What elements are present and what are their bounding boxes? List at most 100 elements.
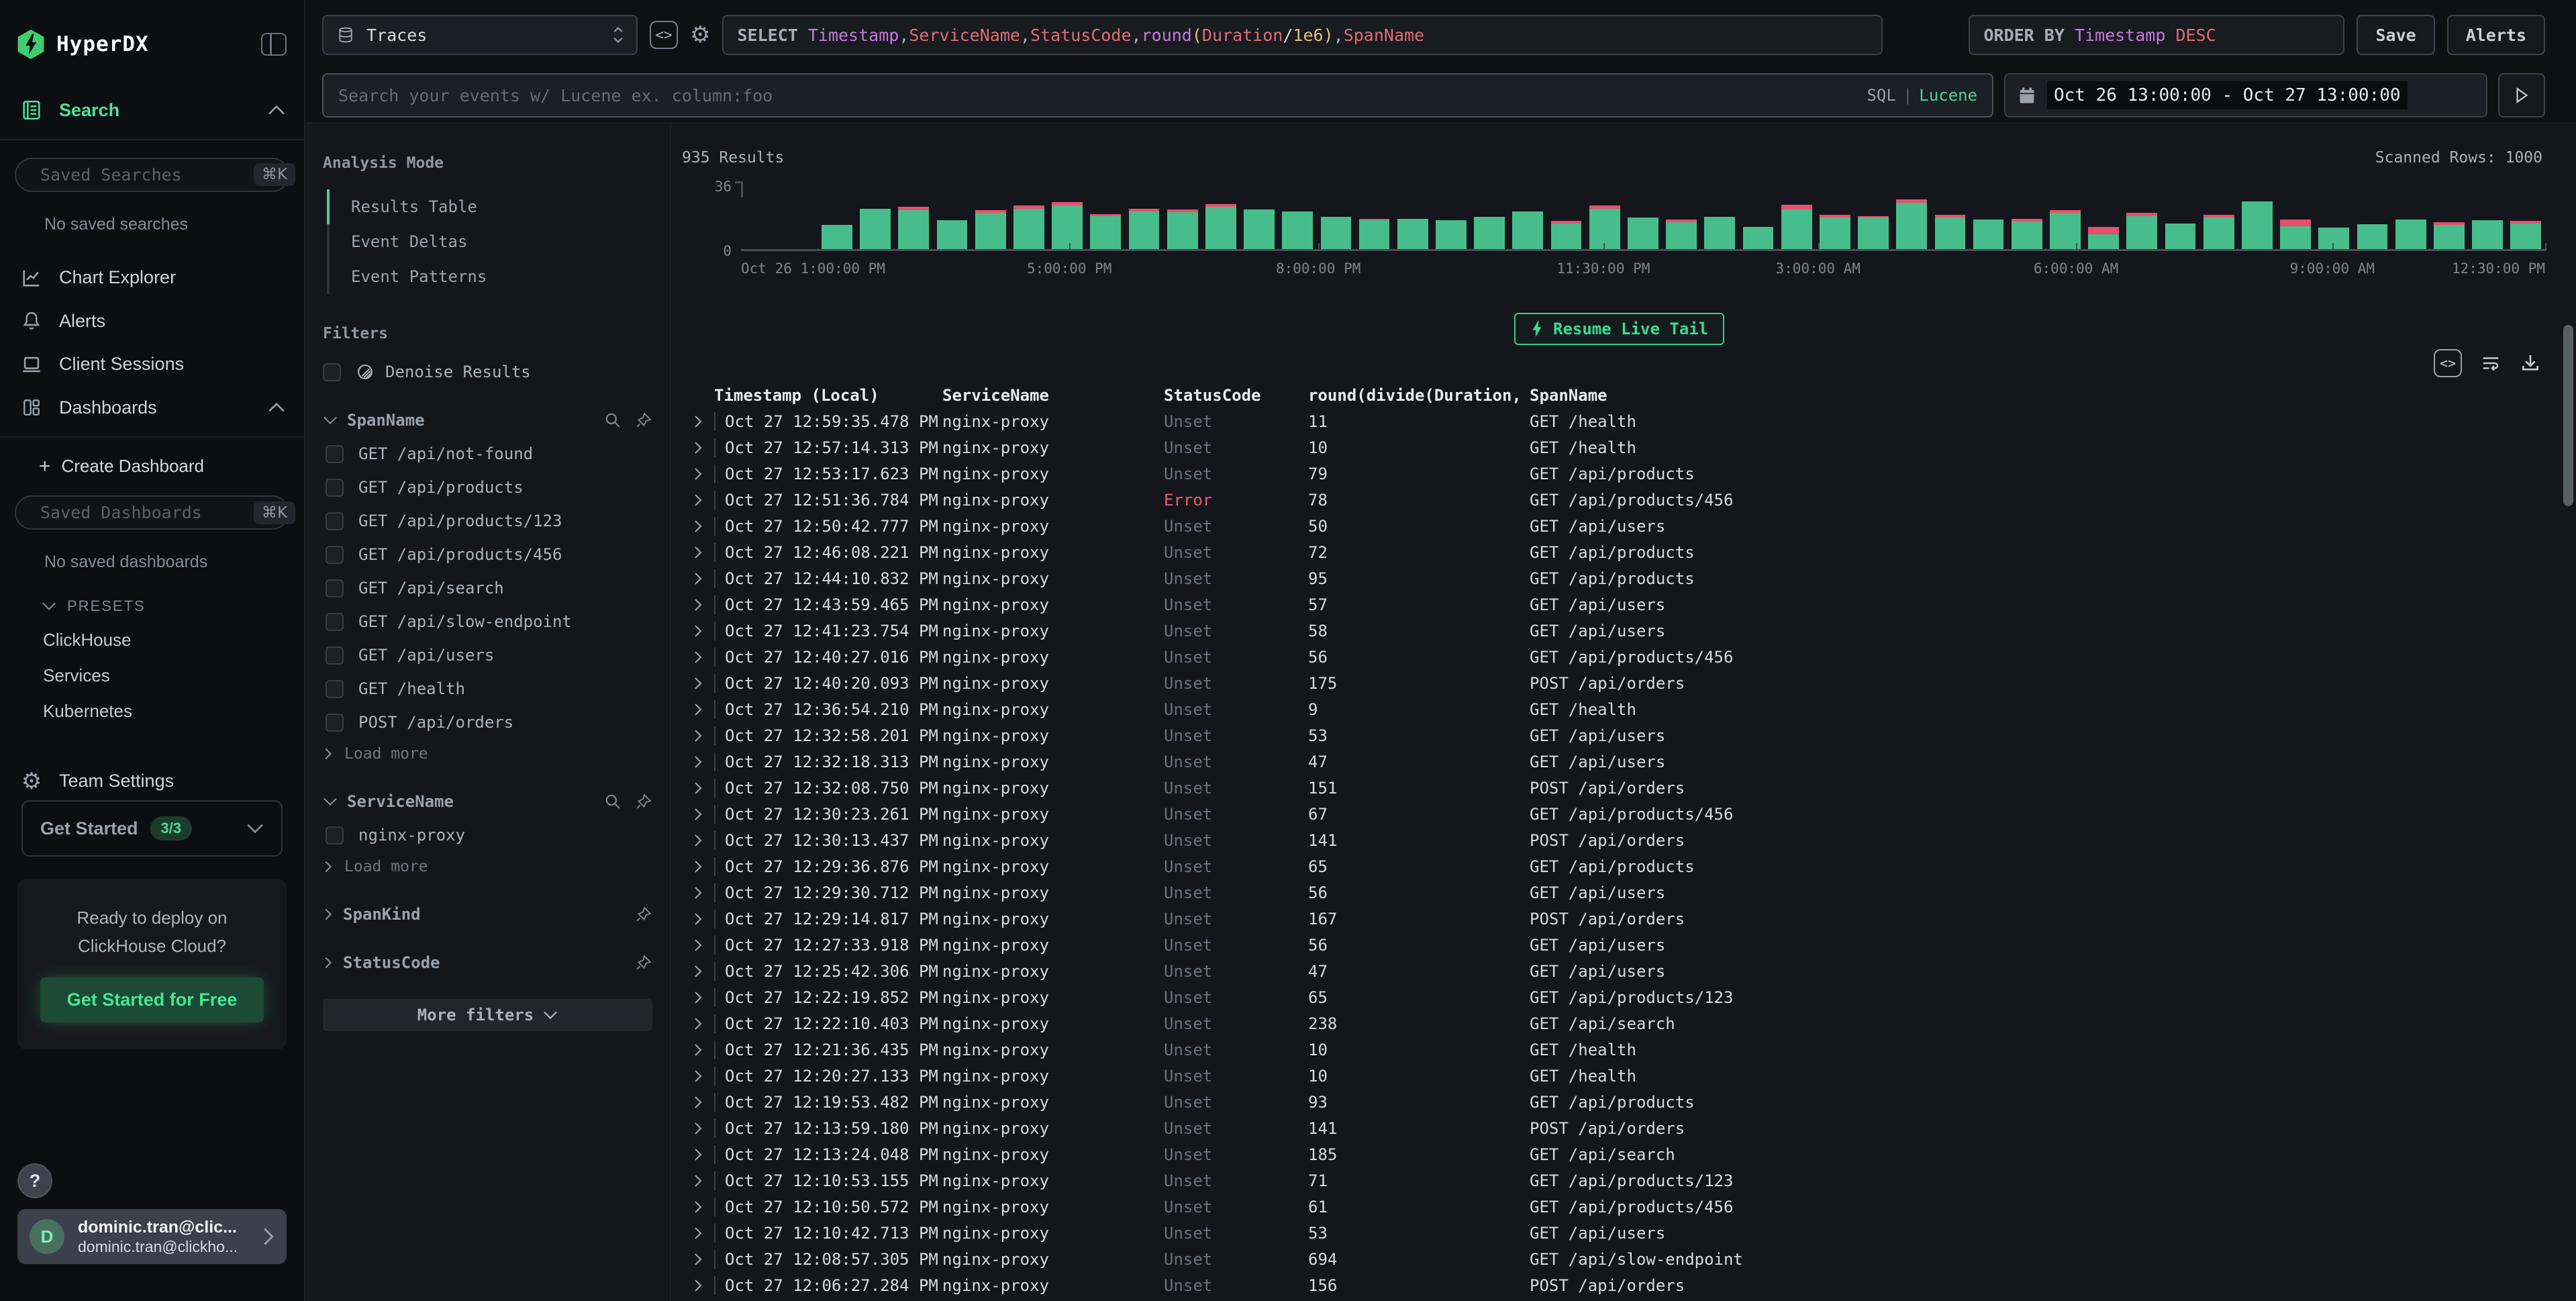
table-row[interactable]: Oct 27 12:40:20.093 PMnginx-proxyUnset17… — [682, 670, 2576, 696]
alerts-button[interactable]: Alerts — [2447, 15, 2545, 55]
download-icon[interactable] — [2520, 352, 2541, 374]
chart-bar[interactable] — [1969, 183, 2008, 249]
row-expander[interactable] — [682, 1279, 714, 1292]
chart-bar[interactable] — [1701, 183, 1739, 249]
table-row[interactable]: Oct 27 12:25:42.306 PMnginx-proxyUnset47… — [682, 958, 2576, 984]
row-expander[interactable] — [682, 808, 714, 821]
sidebar-item-dashboards[interactable]: Dashboards — [0, 389, 304, 427]
row-expander[interactable] — [682, 650, 714, 664]
more-filters-button[interactable]: More filters — [323, 999, 652, 1031]
run-query-button[interactable] — [2498, 73, 2545, 117]
table-row[interactable]: Oct 27 12:36:54.210 PMnginx-proxyUnset9G… — [682, 696, 2576, 722]
filter-option[interactable]: GET /api/not-found — [326, 444, 652, 463]
saved-dashboards-field[interactable] — [40, 503, 254, 522]
row-expander[interactable] — [682, 886, 714, 900]
row-expander[interactable] — [682, 624, 714, 638]
table-row[interactable]: Oct 27 12:32:58.201 PMnginx-proxyUnset53… — [682, 722, 2576, 749]
table-row[interactable]: Oct 27 12:53:17.623 PMnginx-proxyUnset79… — [682, 461, 2576, 487]
chart-bar[interactable] — [1355, 183, 1393, 249]
row-expander[interactable] — [682, 1253, 714, 1266]
table-row[interactable]: Oct 27 12:29:30.712 PMnginx-proxyUnset56… — [682, 879, 2576, 906]
chart-bar[interactable] — [2085, 183, 2123, 249]
date-range-picker[interactable]: Oct 26 13:00:00 - Oct 27 13:00:00 — [2004, 73, 2487, 117]
get-started-free-button[interactable]: Get Started for Free — [40, 977, 264, 1022]
row-expander[interactable] — [682, 441, 714, 454]
sidebar-item-team-settings[interactable]: ⚙ Team Settings — [0, 762, 304, 800]
row-expander[interactable] — [682, 572, 714, 585]
filter-option[interactable]: nginx-proxy — [326, 826, 652, 845]
table-row[interactable]: Oct 27 12:29:36.876 PMnginx-proxyUnset65… — [682, 853, 2576, 879]
row-expander[interactable] — [682, 703, 714, 716]
get-started-toggle[interactable]: Get Started 3/3 — [21, 800, 283, 857]
row-expander[interactable] — [682, 1148, 714, 1161]
table-row[interactable]: Oct 27 12:44:10.832 PMnginx-proxyUnset95… — [682, 565, 2576, 591]
chart-bar[interactable] — [2353, 183, 2391, 249]
sidebar-item-alerts[interactable]: Alerts — [0, 302, 304, 340]
pin-icon[interactable] — [635, 793, 652, 810]
sidebar-item-clickhouse[interactable]: ClickHouse — [0, 615, 304, 650]
pin-icon[interactable] — [635, 906, 652, 923]
chart-bar[interactable] — [2468, 183, 2506, 249]
table-row[interactable]: Oct 27 12:10:50.572 PMnginx-proxyUnset61… — [682, 1194, 2576, 1220]
chart-bar[interactable] — [895, 183, 933, 249]
row-expander[interactable] — [682, 1174, 714, 1188]
table-row[interactable]: Oct 27 12:27:33.918 PMnginx-proxyUnset56… — [682, 932, 2576, 958]
chart-bar[interactable] — [1739, 183, 1777, 249]
chart-bar[interactable] — [1009, 183, 1048, 249]
table-row[interactable]: Oct 27 12:40:27.016 PMnginx-proxyUnset56… — [682, 644, 2576, 670]
table-row[interactable]: Oct 27 12:10:53.155 PMnginx-proxyUnset71… — [682, 1167, 2576, 1194]
vertical-scrollbar[interactable] — [2563, 325, 2573, 506]
table-row[interactable]: Oct 27 12:30:13.437 PMnginx-proxyUnset14… — [682, 827, 2576, 853]
column-header[interactable]: Timestamp (Local) — [714, 386, 942, 405]
user-menu[interactable]: D dominic.tran@clic... dominic.tran@clic… — [17, 1209, 287, 1264]
chart-bar[interactable] — [1432, 183, 1470, 249]
chart-bar[interactable] — [2430, 183, 2468, 249]
table-row[interactable]: Oct 27 12:10:42.713 PMnginx-proxyUnset53… — [682, 1220, 2576, 1246]
pin-icon[interactable] — [635, 954, 652, 971]
filter-option[interactable]: GET /api/slow-endpoint — [326, 612, 652, 631]
chart-bar[interactable] — [1201, 183, 1240, 249]
filter-option[interactable]: GET /api/users — [326, 646, 652, 665]
wrap-text-icon[interactable] — [2479, 353, 2502, 373]
checkbox[interactable] — [326, 646, 344, 665]
table-row[interactable]: Oct 27 12:43:59.465 PMnginx-proxyUnset57… — [682, 591, 2576, 618]
chart-bar[interactable] — [1624, 183, 1662, 249]
table-row[interactable]: Oct 27 12:30:23.261 PMnginx-proxyUnset67… — [682, 801, 2576, 827]
settings-gear-icon[interactable]: ⚙ — [690, 21, 710, 48]
checkbox[interactable] — [326, 714, 344, 732]
filter-option[interactable]: POST /api/orders — [326, 713, 652, 732]
row-expander[interactable] — [682, 677, 714, 690]
chart-bar[interactable] — [2507, 183, 2545, 249]
chart-bar[interactable] — [2046, 183, 2084, 249]
help-button[interactable]: ? — [17, 1163, 52, 1198]
chart-bar[interactable] — [1547, 183, 1585, 249]
table-row[interactable]: Oct 27 12:59:35.478 PMnginx-proxyUnset11… — [682, 408, 2576, 434]
column-header[interactable]: StatusCode — [1164, 386, 1308, 405]
saved-dashboards-input[interactable]: ⌘K — [15, 495, 289, 530]
chart-bar[interactable] — [2277, 183, 2315, 249]
sidebar-item-search[interactable]: Search — [0, 91, 304, 130]
column-header[interactable]: ServiceName — [942, 386, 1164, 405]
table-row[interactable]: Oct 27 12:46:08.221 PMnginx-proxyUnset72… — [682, 539, 2576, 565]
row-expander[interactable] — [682, 598, 714, 612]
table-row[interactable]: Oct 27 12:32:18.313 PMnginx-proxyUnset47… — [682, 749, 2576, 775]
resume-live-tail-button[interactable]: Resume Live Tail — [1514, 313, 1724, 345]
analysis-mode-option[interactable]: Event Patterns — [327, 259, 652, 294]
source-selector[interactable]: Traces — [322, 15, 638, 55]
table-row[interactable]: Oct 27 12:08:57.305 PMnginx-proxyUnset69… — [682, 1246, 2576, 1272]
analysis-mode-option[interactable]: Results Table — [327, 189, 652, 224]
checkbox[interactable] — [326, 826, 344, 845]
chart-bar[interactable] — [2315, 183, 2353, 249]
chart-bar[interactable] — [1163, 183, 1201, 249]
chart-bar[interactable] — [2391, 183, 2430, 249]
checkbox[interactable] — [323, 363, 341, 381]
row-expander[interactable] — [682, 520, 714, 533]
chart-bar[interactable] — [1087, 183, 1125, 249]
chart-bar[interactable] — [1777, 183, 1816, 249]
row-expander[interactable] — [682, 546, 714, 559]
sidebar-item-services[interactable]: Services — [0, 650, 304, 686]
table-row[interactable]: Oct 27 12:06:27.284 PMnginx-proxyUnset15… — [682, 1272, 2576, 1298]
row-expander[interactable] — [682, 1200, 714, 1214]
load-more-button[interactable]: Load more — [323, 745, 652, 763]
row-expander[interactable] — [682, 860, 714, 873]
